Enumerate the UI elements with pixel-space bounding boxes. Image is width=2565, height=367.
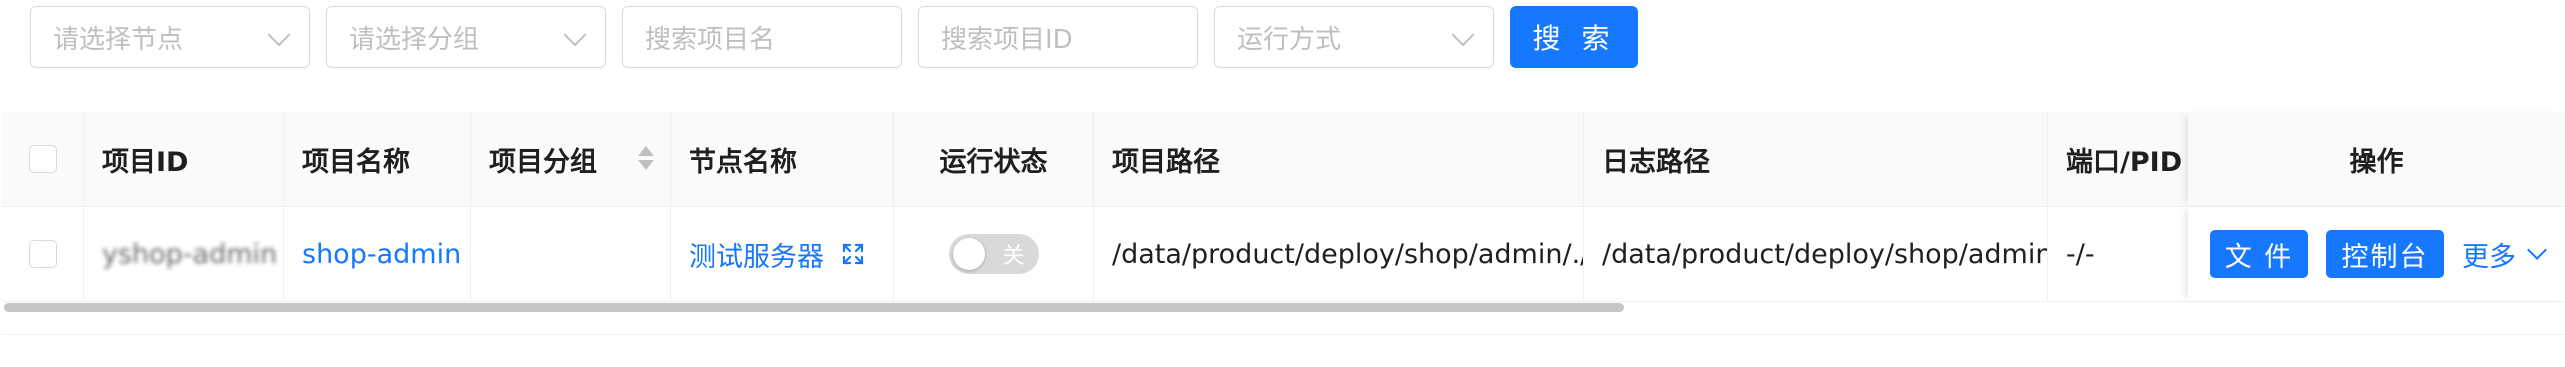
header-node-name: 节点名称 — [671, 112, 894, 206]
run-mode-select[interactable]: 运行方式 — [1214, 6, 1494, 68]
header-project-group-label: 项目分组 — [489, 146, 597, 178]
chevron-down-icon — [2527, 240, 2547, 260]
header-run-status: 运行状态 — [894, 112, 1094, 206]
project-id-search-placeholder: 搜索项目ID — [941, 24, 1073, 55]
more-dropdown[interactable]: 更多 — [2462, 235, 2547, 274]
row-log-path-value: /data/product/deploy/shop/admin — [1602, 238, 2048, 270]
header-project-id: 项目ID — [84, 112, 284, 206]
header-project-name-label: 项目名称 — [302, 146, 410, 178]
header-node-name-label: 节点名称 — [689, 146, 797, 178]
row-project-path-value: /data/product/deploy/shop/admin/./ — [1112, 238, 1584, 270]
header-port-pid-label: 端口/PID — [2066, 146, 2183, 178]
filter-bar: 请选择节点 请选择分组 搜索项目名 搜索项目ID 运行方式 搜 索 — [30, 6, 1638, 68]
search-button[interactable]: 搜 索 — [1510, 6, 1638, 68]
row-project-path: /data/product/deploy/shop/admin/./ — [1094, 207, 1584, 301]
project-name-link[interactable]: shop-admin — [302, 239, 461, 270]
header-project-path-label: 项目路径 — [1112, 146, 1220, 178]
table-bottom-divider — [2, 334, 2565, 335]
project-table: 项目ID 项目名称 项目分组 节点名称 运行状态 项目路径 日志路径 端口/PI… — [0, 112, 2565, 367]
sort-icon[interactable] — [638, 146, 654, 172]
run-mode-select-placeholder: 运行方式 — [1237, 24, 1342, 55]
table-row: yshop-admin shop-admin 测试服务器 关 /data/pro… — [2, 207, 2565, 302]
group-select[interactable]: 请选择分组 — [326, 6, 606, 68]
header-run-status-label: 运行状态 — [939, 146, 1048, 178]
project-id-search-input[interactable]: 搜索项目ID — [918, 6, 1198, 68]
chevron-down-icon — [267, 23, 291, 47]
row-port-pid-value: -/- — [2066, 238, 2095, 270]
header-actions: 操作 — [2188, 112, 2565, 206]
run-status-toggle[interactable]: 关 — [948, 234, 1039, 274]
chevron-down-icon — [563, 23, 587, 47]
row-run-status: 关 — [894, 207, 1094, 301]
toggle-label: 关 — [1002, 244, 1025, 269]
row-select-cell — [2, 207, 84, 301]
header-actions-label: 操作 — [2349, 146, 2404, 178]
project-name-search-placeholder: 搜索项目名 — [645, 24, 776, 55]
header-port-pid: 端口/PID — [2048, 112, 2188, 206]
header-project-path: 项目路径 — [1094, 112, 1584, 206]
file-button[interactable]: 文 件 — [2210, 230, 2308, 278]
fullscreen-icon[interactable] — [842, 243, 864, 265]
row-project-name: shop-admin — [284, 207, 471, 301]
node-name-link[interactable]: 测试服务器 — [689, 235, 824, 274]
header-project-id-label: 项目ID — [102, 146, 189, 178]
horizontal-scrollbar[interactable] — [4, 303, 1624, 312]
group-select-placeholder: 请选择分组 — [349, 24, 480, 55]
row-actions: 文 件 控制台 更多 — [2188, 207, 2565, 301]
header-project-name: 项目名称 — [284, 112, 471, 206]
row-checkbox[interactable] — [28, 240, 57, 268]
row-log-path: /data/product/deploy/shop/admin — [1584, 207, 2048, 301]
node-select[interactable]: 请选择节点 — [30, 6, 310, 68]
more-label: 更多 — [2462, 241, 2516, 273]
select-all-checkbox[interactable] — [28, 145, 57, 173]
chevron-down-icon — [1451, 23, 1475, 47]
row-project-group — [471, 207, 671, 301]
row-project-id-value: yshop-admin — [102, 238, 278, 270]
node-select-placeholder: 请选择节点 — [53, 24, 184, 55]
row-project-id: yshop-admin — [84, 207, 284, 301]
header-log-path: 日志路径 — [1584, 112, 2048, 206]
toggle-knob — [952, 238, 985, 270]
project-name-search-input[interactable]: 搜索项目名 — [622, 6, 902, 68]
select-all-cell — [2, 112, 84, 206]
row-node-name: 测试服务器 — [671, 207, 894, 301]
header-project-group[interactable]: 项目分组 — [471, 112, 671, 206]
row-port-pid: -/- — [2048, 207, 2188, 301]
console-button[interactable]: 控制台 — [2326, 230, 2444, 278]
table-header-row: 项目ID 项目名称 项目分组 节点名称 运行状态 项目路径 日志路径 端口/PI… — [2, 112, 2565, 207]
header-log-path-label: 日志路径 — [1602, 146, 1710, 178]
